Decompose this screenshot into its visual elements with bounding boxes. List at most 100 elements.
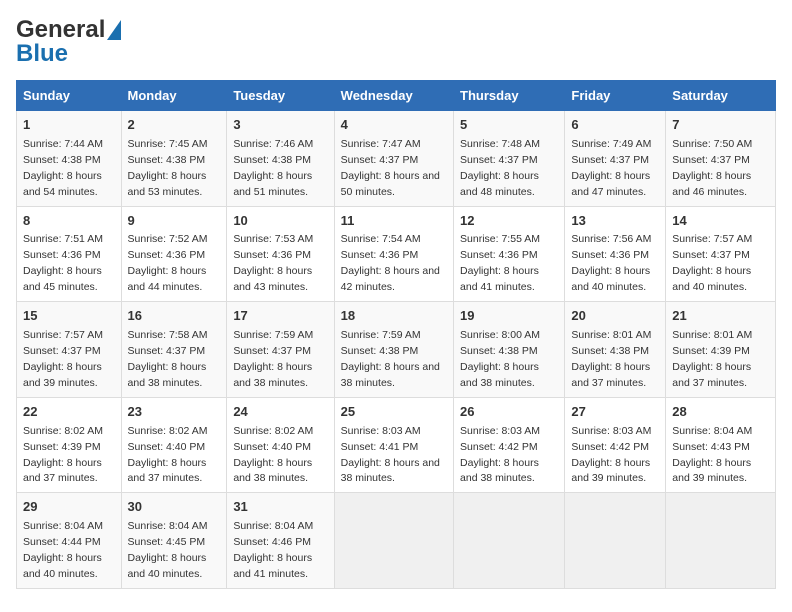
day-number: 27 [571, 403, 659, 422]
day-number: 6 [571, 116, 659, 135]
calendar-cell: 4 Sunrise: 7:47 AMSunset: 4:37 PMDayligh… [334, 111, 453, 207]
day-number: 23 [128, 403, 221, 422]
day-info: Sunrise: 8:04 AMSunset: 4:43 PMDaylight:… [672, 425, 752, 485]
calendar-cell: 27 Sunrise: 8:03 AMSunset: 4:42 PMDaylig… [565, 397, 666, 493]
day-number: 30 [128, 498, 221, 517]
day-number: 29 [23, 498, 115, 517]
day-number: 11 [341, 212, 447, 231]
day-number: 7 [672, 116, 769, 135]
calendar-cell: 14 Sunrise: 7:57 AMSunset: 4:37 PMDaylig… [666, 206, 776, 302]
calendar-table: SundayMondayTuesdayWednesdayThursdayFrid… [16, 80, 776, 589]
calendar-week-4: 22 Sunrise: 8:02 AMSunset: 4:39 PMDaylig… [17, 397, 776, 493]
calendar-cell: 6 Sunrise: 7:49 AMSunset: 4:37 PMDayligh… [565, 111, 666, 207]
col-header-sunday: Sunday [17, 81, 122, 111]
col-header-thursday: Thursday [454, 81, 565, 111]
day-number: 14 [672, 212, 769, 231]
calendar-cell: 25 Sunrise: 8:03 AMSunset: 4:41 PMDaylig… [334, 397, 453, 493]
calendar-week-2: 8 Sunrise: 7:51 AMSunset: 4:36 PMDayligh… [17, 206, 776, 302]
calendar-cell [666, 493, 776, 589]
day-number: 26 [460, 403, 558, 422]
calendar-cell: 9 Sunrise: 7:52 AMSunset: 4:36 PMDayligh… [121, 206, 227, 302]
calendar-cell: 15 Sunrise: 7:57 AMSunset: 4:37 PMDaylig… [17, 302, 122, 398]
day-number: 25 [341, 403, 447, 422]
logo-triangle-icon [107, 20, 121, 40]
day-info: Sunrise: 7:55 AMSunset: 4:36 PMDaylight:… [460, 233, 540, 293]
day-number: 5 [460, 116, 558, 135]
day-info: Sunrise: 7:57 AMSunset: 4:37 PMDaylight:… [672, 233, 752, 293]
day-number: 18 [341, 307, 447, 326]
day-info: Sunrise: 8:02 AMSunset: 4:40 PMDaylight:… [233, 425, 313, 485]
day-number: 12 [460, 212, 558, 231]
day-number: 22 [23, 403, 115, 422]
day-number: 24 [233, 403, 327, 422]
col-header-wednesday: Wednesday [334, 81, 453, 111]
day-info: Sunrise: 7:59 AMSunset: 4:37 PMDaylight:… [233, 329, 313, 389]
day-info: Sunrise: 8:02 AMSunset: 4:40 PMDaylight:… [128, 425, 208, 485]
day-info: Sunrise: 7:58 AMSunset: 4:37 PMDaylight:… [128, 329, 208, 389]
day-number: 8 [23, 212, 115, 231]
calendar-cell: 1 Sunrise: 7:44 AMSunset: 4:38 PMDayligh… [17, 111, 122, 207]
day-info: Sunrise: 7:48 AMSunset: 4:37 PMDaylight:… [460, 138, 540, 198]
day-info: Sunrise: 7:57 AMSunset: 4:37 PMDaylight:… [23, 329, 103, 389]
calendar-week-3: 15 Sunrise: 7:57 AMSunset: 4:37 PMDaylig… [17, 302, 776, 398]
day-number: 28 [672, 403, 769, 422]
calendar-cell: 30 Sunrise: 8:04 AMSunset: 4:45 PMDaylig… [121, 493, 227, 589]
calendar-cell: 20 Sunrise: 8:01 AMSunset: 4:38 PMDaylig… [565, 302, 666, 398]
day-info: Sunrise: 7:49 AMSunset: 4:37 PMDaylight:… [571, 138, 651, 198]
day-info: Sunrise: 8:03 AMSunset: 4:41 PMDaylight:… [341, 425, 440, 485]
calendar-cell: 10 Sunrise: 7:53 AMSunset: 4:36 PMDaylig… [227, 206, 334, 302]
col-header-tuesday: Tuesday [227, 81, 334, 111]
day-number: 2 [128, 116, 221, 135]
day-number: 19 [460, 307, 558, 326]
day-info: Sunrise: 7:50 AMSunset: 4:37 PMDaylight:… [672, 138, 752, 198]
day-number: 3 [233, 116, 327, 135]
calendar-cell: 2 Sunrise: 7:45 AMSunset: 4:38 PMDayligh… [121, 111, 227, 207]
calendar-cell: 26 Sunrise: 8:03 AMSunset: 4:42 PMDaylig… [454, 397, 565, 493]
calendar-cell [565, 493, 666, 589]
day-info: Sunrise: 8:04 AMSunset: 4:45 PMDaylight:… [128, 520, 208, 580]
calendar-cell: 12 Sunrise: 7:55 AMSunset: 4:36 PMDaylig… [454, 206, 565, 302]
day-info: Sunrise: 7:53 AMSunset: 4:36 PMDaylight:… [233, 233, 313, 293]
day-number: 20 [571, 307, 659, 326]
day-info: Sunrise: 8:01 AMSunset: 4:38 PMDaylight:… [571, 329, 651, 389]
day-info: Sunrise: 8:03 AMSunset: 4:42 PMDaylight:… [571, 425, 651, 485]
logo-part2: Blue [16, 40, 68, 68]
calendar-cell [334, 493, 453, 589]
calendar-week-5: 29 Sunrise: 8:04 AMSunset: 4:44 PMDaylig… [17, 493, 776, 589]
calendar-cell: 5 Sunrise: 7:48 AMSunset: 4:37 PMDayligh… [454, 111, 565, 207]
day-info: Sunrise: 7:47 AMSunset: 4:37 PMDaylight:… [341, 138, 440, 198]
calendar-cell: 31 Sunrise: 8:04 AMSunset: 4:46 PMDaylig… [227, 493, 334, 589]
day-info: Sunrise: 8:03 AMSunset: 4:42 PMDaylight:… [460, 425, 540, 485]
calendar-cell [454, 493, 565, 589]
day-info: Sunrise: 8:04 AMSunset: 4:44 PMDaylight:… [23, 520, 103, 580]
day-number: 21 [672, 307, 769, 326]
calendar-week-1: 1 Sunrise: 7:44 AMSunset: 4:38 PMDayligh… [17, 111, 776, 207]
calendar-cell: 24 Sunrise: 8:02 AMSunset: 4:40 PMDaylig… [227, 397, 334, 493]
calendar-cell: 22 Sunrise: 8:02 AMSunset: 4:39 PMDaylig… [17, 397, 122, 493]
calendar-cell: 28 Sunrise: 8:04 AMSunset: 4:43 PMDaylig… [666, 397, 776, 493]
day-number: 4 [341, 116, 447, 135]
day-info: Sunrise: 8:01 AMSunset: 4:39 PMDaylight:… [672, 329, 752, 389]
day-info: Sunrise: 7:44 AMSunset: 4:38 PMDaylight:… [23, 138, 103, 198]
calendar-cell: 21 Sunrise: 8:01 AMSunset: 4:39 PMDaylig… [666, 302, 776, 398]
day-info: Sunrise: 7:54 AMSunset: 4:36 PMDaylight:… [341, 233, 440, 293]
calendar-cell: 11 Sunrise: 7:54 AMSunset: 4:36 PMDaylig… [334, 206, 453, 302]
calendar-cell: 3 Sunrise: 7:46 AMSunset: 4:38 PMDayligh… [227, 111, 334, 207]
day-number: 31 [233, 498, 327, 517]
day-number: 13 [571, 212, 659, 231]
day-number: 10 [233, 212, 327, 231]
day-number: 1 [23, 116, 115, 135]
day-info: Sunrise: 7:56 AMSunset: 4:36 PMDaylight:… [571, 233, 651, 293]
calendar-cell: 7 Sunrise: 7:50 AMSunset: 4:37 PMDayligh… [666, 111, 776, 207]
day-number: 17 [233, 307, 327, 326]
day-info: Sunrise: 7:45 AMSunset: 4:38 PMDaylight:… [128, 138, 208, 198]
calendar-cell: 16 Sunrise: 7:58 AMSunset: 4:37 PMDaylig… [121, 302, 227, 398]
day-info: Sunrise: 8:04 AMSunset: 4:46 PMDaylight:… [233, 520, 313, 580]
page-header: General Blue [16, 16, 776, 68]
logo: General Blue [16, 16, 121, 68]
calendar-cell: 17 Sunrise: 7:59 AMSunset: 4:37 PMDaylig… [227, 302, 334, 398]
day-info: Sunrise: 7:59 AMSunset: 4:38 PMDaylight:… [341, 329, 440, 389]
calendar-cell: 19 Sunrise: 8:00 AMSunset: 4:38 PMDaylig… [454, 302, 565, 398]
day-info: Sunrise: 7:51 AMSunset: 4:36 PMDaylight:… [23, 233, 103, 293]
day-info: Sunrise: 7:52 AMSunset: 4:36 PMDaylight:… [128, 233, 208, 293]
